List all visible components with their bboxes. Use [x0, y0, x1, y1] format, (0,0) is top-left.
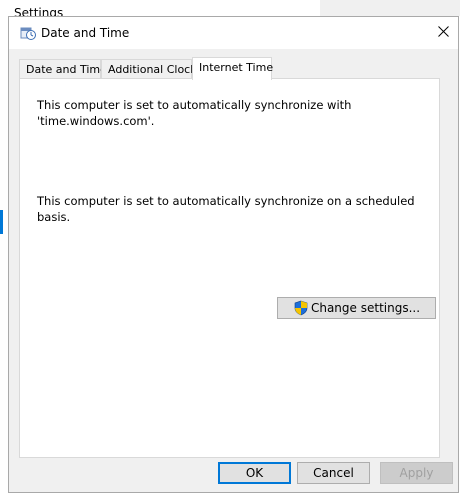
title-bar[interactable]: Date and Time — [9, 17, 458, 49]
close-icon — [437, 26, 449, 40]
tab-date-and-time[interactable]: Date and Time — [19, 59, 107, 79]
background-selection-accent — [0, 210, 3, 234]
tab-additional-clocks[interactable]: Additional Clocks — [101, 59, 202, 79]
date-time-icon — [20, 25, 36, 41]
change-settings-label: Change settings... — [310, 301, 421, 315]
tab-internet-time[interactable]: Internet Time — [192, 57, 273, 80]
change-settings-button[interactable]: Change settings... — [277, 297, 436, 319]
cancel-button[interactable]: Cancel — [297, 462, 370, 484]
sync-schedule-message: This computer is set to automatically sy… — [37, 194, 415, 224]
close-button[interactable] — [428, 17, 458, 49]
date-time-dialog: Date and Time Date and Time Additional C… — [8, 16, 459, 493]
ok-button[interactable]: OK — [218, 462, 291, 484]
background-window-strip — [320, 0, 460, 16]
dialog-title: Date and Time — [41, 26, 130, 40]
uac-shield-icon — [293, 300, 309, 316]
internet-time-panel: This computer is set to automatically sy… — [19, 78, 440, 458]
sync-server-message: This computer is set to automatically sy… — [37, 98, 352, 128]
apply-button[interactable]: Apply — [380, 462, 453, 484]
